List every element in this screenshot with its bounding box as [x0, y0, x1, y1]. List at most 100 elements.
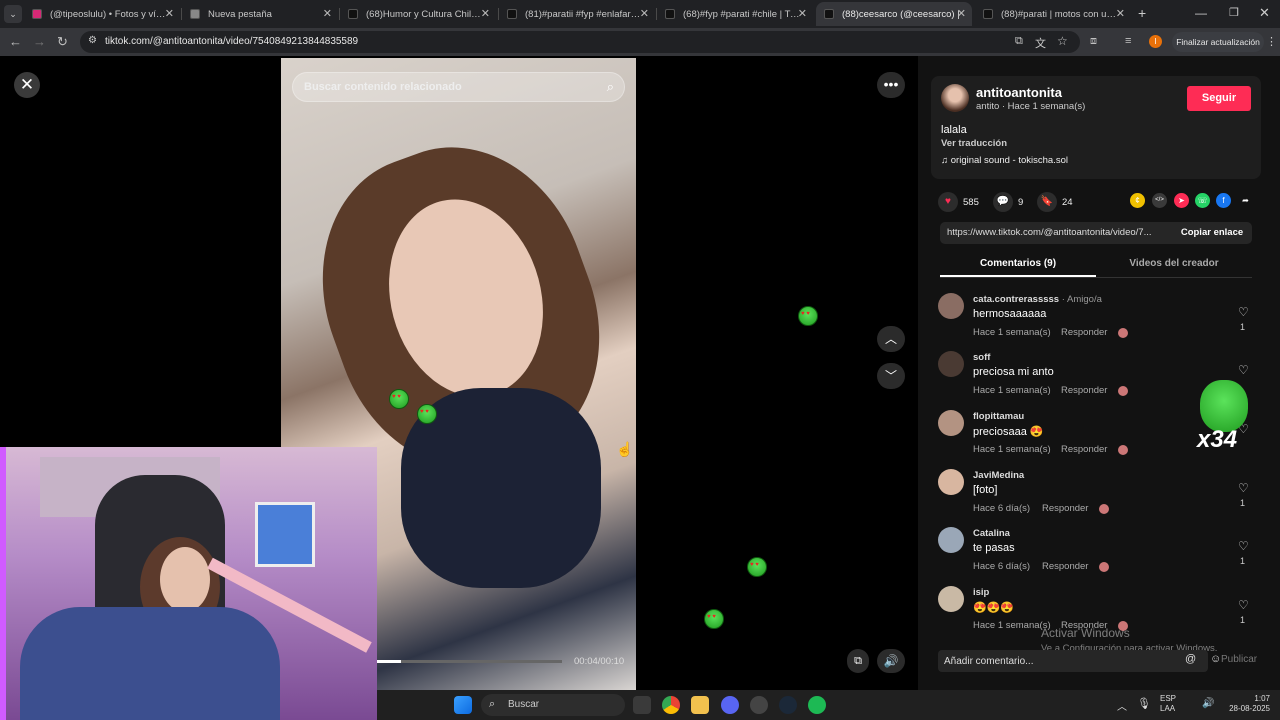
- chrome-icon[interactable]: [662, 696, 680, 714]
- comment-like-icon[interactable]: ♡: [1238, 598, 1249, 612]
- obs-icon[interactable]: [750, 696, 768, 714]
- spotify-icon[interactable]: [808, 696, 826, 714]
- maximize-button[interactable]: ❐: [1229, 6, 1239, 19]
- profile-avatar[interactable]: I: [1149, 35, 1162, 48]
- author-name[interactable]: antitoantonita: [976, 85, 1062, 100]
- browser-tab[interactable]: (88)ceesarco (@ceesarco) | ✕: [816, 2, 972, 26]
- comment-username[interactable]: isip: [973, 587, 989, 598]
- tab-close-icon[interactable]: ✕: [165, 7, 174, 20]
- comment-user[interactable]: Catalina: [973, 528, 1010, 539]
- comment-avatar[interactable]: [938, 527, 964, 553]
- tab-creator-videos[interactable]: Videos del creador: [1096, 258, 1252, 269]
- coin-icon[interactable]: ¢: [1130, 193, 1145, 208]
- taskbar-search[interactable]: ⌕ Buscar: [481, 694, 625, 716]
- bookmark-star-icon[interactable]: ☆: [1057, 34, 1068, 48]
- share-link-text[interactable]: https://www.tiktok.com/@antitoantonita/v…: [947, 227, 1169, 238]
- comment-avatar[interactable]: [938, 351, 964, 377]
- search-icon[interactable]: ⌕: [607, 79, 614, 95]
- browser-tab[interactable]: (68)#fyp #parati #chile | TikTok ✕: [657, 2, 813, 26]
- emoji-icon[interactable]: ☺: [1210, 653, 1221, 665]
- window-close-button[interactable]: ✕: [1259, 5, 1270, 21]
- tab-close-icon[interactable]: ✕: [481, 7, 490, 20]
- address-bar[interactable]: ⚙ tiktok.com/@antitoantonita/video/75408…: [80, 31, 1080, 53]
- comment-stat[interactable]: 💬 9: [993, 192, 1023, 212]
- like-stat[interactable]: ♥ 585: [938, 192, 979, 212]
- volume-icon[interactable]: 🔊: [877, 649, 905, 673]
- url-text[interactable]: tiktok.com/@antitoantonita/video/7540849…: [105, 36, 358, 47]
- browser-tab[interactable]: (88)#parati | motos con un chi ✕: [975, 2, 1131, 26]
- windows-start-icon[interactable]: [454, 696, 472, 714]
- browser-tab[interactable]: (@tipeoslulu) • Fotos y vídeos de✕: [24, 2, 180, 26]
- previous-video-button[interactable]: ︿: [877, 326, 905, 352]
- reading-list-icon[interactable]: ≡: [1125, 35, 1131, 47]
- menu-dots-icon[interactable]: ⋮: [1266, 35, 1277, 48]
- tab-close-icon[interactable]: ✕: [323, 7, 332, 20]
- language-indicator[interactable]: ESP LAA: [1160, 694, 1176, 714]
- comment-input[interactable]: [938, 650, 1208, 672]
- next-video-button[interactable]: ﹀: [877, 363, 905, 389]
- pip-icon[interactable]: ⧉: [847, 649, 869, 673]
- more-options-button[interactable]: •••: [877, 72, 905, 98]
- speaker-icon[interactable]: 🔊: [1202, 698, 1214, 709]
- save-stat[interactable]: 🔖 24: [1037, 192, 1073, 212]
- comment-like-icon[interactable]: ♡: [1238, 305, 1249, 319]
- facebook-icon[interactable]: f: [1216, 193, 1231, 208]
- see-translation-link[interactable]: Ver traducción: [941, 138, 1007, 149]
- reply-button[interactable]: Responder: [1061, 444, 1107, 455]
- comment-username[interactable]: flopittamau: [973, 411, 1024, 422]
- close-video-button[interactable]: ✕: [14, 72, 40, 98]
- microphone-icon[interactable]: 🎙: [1137, 697, 1151, 710]
- browser-tab[interactable]: (81)#paratii #fyp #enlafarandul ✕: [499, 2, 655, 26]
- reload-icon[interactable]: ↻: [57, 34, 68, 50]
- tab-search-button[interactable]: ⌄: [4, 5, 22, 23]
- comment-username[interactable]: soff: [973, 352, 990, 363]
- comment-avatar[interactable]: [938, 469, 964, 495]
- comment-username[interactable]: JaviMedina: [973, 470, 1024, 481]
- site-info-icon[interactable]: ⚙: [88, 35, 97, 46]
- tab-close-icon[interactable]: ✕: [1116, 7, 1125, 20]
- tab-close-icon[interactable]: ✕: [640, 7, 649, 20]
- finish-update-button[interactable]: Finalizar actualización: [1172, 32, 1264, 52]
- browser-tab[interactable]: (68)Humor y Cultura Chilena en✕: [340, 2, 496, 26]
- new-tab-button[interactable]: +: [1138, 5, 1146, 21]
- comment-user[interactable]: flopittamau: [973, 411, 1024, 422]
- comment-avatar[interactable]: [938, 586, 964, 612]
- steam-icon[interactable]: [779, 696, 797, 714]
- follow-button[interactable]: Seguir: [1187, 86, 1251, 111]
- tab-close-icon[interactable]: ✕: [798, 7, 807, 20]
- comment-user[interactable]: isip: [973, 587, 989, 598]
- whatsapp-icon[interactable]: ☏: [1195, 193, 1210, 208]
- publish-button[interactable]: Publicar: [1221, 654, 1257, 665]
- comment-like-icon[interactable]: ♡: [1238, 539, 1249, 553]
- related-search-bar[interactable]: Buscar contenido relacionado ⌕: [292, 72, 625, 102]
- comment-user[interactable]: JaviMedina: [973, 470, 1024, 481]
- install-app-icon[interactable]: ⧉: [1015, 35, 1023, 48]
- comment-user[interactable]: cata.contrerasssss · Amigo/a: [973, 294, 1102, 305]
- reply-button[interactable]: Responder: [1061, 327, 1107, 338]
- file-explorer-icon[interactable]: [691, 696, 709, 714]
- reply-button[interactable]: Responder: [1042, 561, 1088, 572]
- reply-button[interactable]: Responder: [1061, 385, 1107, 396]
- minimize-button[interactable]: —: [1195, 6, 1207, 20]
- tab-comments[interactable]: Comentarios (9): [940, 258, 1096, 269]
- mention-icon[interactable]: @: [1185, 653, 1196, 665]
- share-arrow-icon[interactable]: ➦: [1238, 193, 1253, 208]
- embed-icon[interactable]: </>: [1152, 193, 1167, 208]
- author-avatar[interactable]: [941, 84, 969, 112]
- comment-username[interactable]: cata.contrerasssss: [973, 294, 1059, 305]
- comment-like-icon[interactable]: ♡: [1238, 481, 1249, 495]
- translate-icon[interactable]: 文: [1035, 35, 1046, 51]
- comment-like-icon[interactable]: ♡: [1238, 363, 1249, 377]
- browser-tab[interactable]: Nueva pestaña ✕: [182, 2, 338, 26]
- back-icon[interactable]: ←: [9, 34, 22, 49]
- clock[interactable]: 1:07 28-08-2025: [1226, 694, 1270, 714]
- tab-close-icon[interactable]: ✕: [957, 7, 966, 20]
- task-view-icon[interactable]: [633, 696, 651, 714]
- send-icon[interactable]: ➤: [1174, 193, 1189, 208]
- tray-chevron-icon[interactable]: ︿: [1117, 698, 1127, 713]
- discord-icon[interactable]: [721, 696, 739, 714]
- copy-link-button[interactable]: Copiar enlace: [1172, 222, 1252, 244]
- forward-icon[interactable]: →: [33, 34, 46, 49]
- comment-username[interactable]: Catalina: [973, 528, 1010, 539]
- comment-avatar[interactable]: [938, 293, 964, 319]
